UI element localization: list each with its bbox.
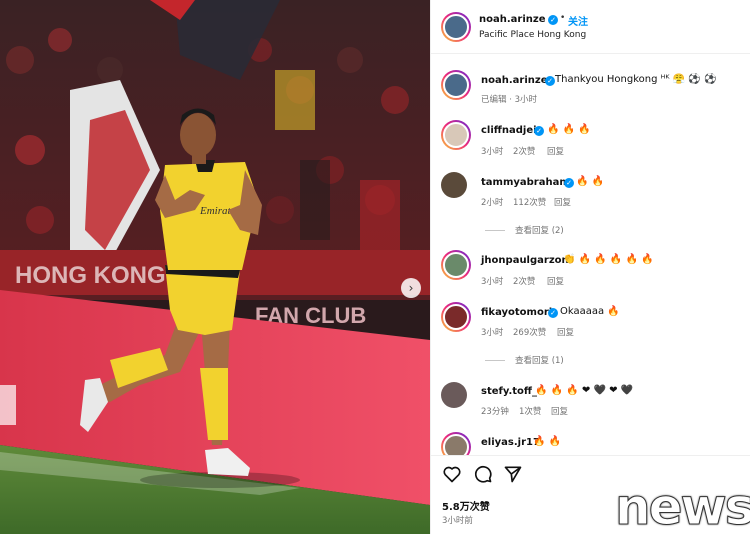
reply-button[interactable]: 回复 — [551, 405, 568, 417]
comment-avatar[interactable] — [441, 302, 471, 332]
post-side-panel: noah.arinze ✓ • 关注 Pacific Place Hong Ko… — [430, 0, 750, 534]
comment-time: 3小时 — [481, 328, 504, 338]
verified-icon: ✓ — [548, 15, 558, 25]
comment-username[interactable]: stefy.toff_ — [481, 386, 537, 397]
comment-likes[interactable]: 112次赞 — [513, 196, 546, 208]
comment-avatar[interactable] — [441, 120, 471, 150]
comment-time: 3小时 — [481, 147, 504, 157]
comment-text: 🔥 🔥 — [576, 176, 605, 187]
view-replies-button[interactable]: 查看回复 (2) — [485, 224, 564, 236]
photo-illustration: HONG KONG FAN CLUB Emirates — [0, 0, 430, 534]
share-icon[interactable] — [503, 464, 523, 484]
comment-time: 2小时 — [481, 198, 504, 208]
comment-avatar[interactable] — [441, 172, 467, 198]
comment-avatar[interactable] — [441, 382, 467, 408]
verified-icon: ✓ — [548, 308, 558, 318]
carousel-next-button[interactable]: › — [401, 278, 421, 298]
comment-username[interactable]: cliffnadjei — [481, 125, 537, 136]
comment-avatar[interactable] — [441, 250, 471, 280]
post-header: noah.arinze ✓ • 关注 Pacific Place Hong Ko… — [431, 0, 750, 54]
post-location[interactable]: Pacific Place Hong Kong — [479, 30, 586, 40]
likes-count[interactable]: 5.8万次赞 — [442, 498, 490, 513]
banner-left-text: HONG KONG — [15, 262, 166, 289]
comment-likes[interactable]: 2次赞 — [513, 275, 535, 287]
comment-text: Okaaaaa 🔥 — [560, 306, 620, 317]
caption-meta: 已编辑 · 3小时 — [481, 95, 538, 105]
reply-button[interactable]: 回复 — [554, 196, 571, 208]
view-replies-button[interactable]: 查看回复 (1) — [485, 354, 564, 366]
reply-button[interactable]: 回复 — [547, 275, 564, 287]
comment-username[interactable]: jhonpaulgarzon — [481, 255, 569, 266]
comment-text: 🔥 🔥 — [533, 436, 562, 447]
news-watermark: news — [614, 478, 750, 534]
post-photo[interactable]: HONG KONG FAN CLUB Emirates › — [0, 0, 430, 534]
author-username[interactable]: noah.arinze — [479, 14, 545, 25]
instagram-post-view: HONG KONG FAN CLUB Emirates › noah.arinz… — [0, 0, 750, 534]
post-timestamp: 3小时前 — [442, 516, 473, 526]
comment-text: 👏 🔥 🔥 🔥 🔥 🔥 — [563, 254, 654, 265]
verified-icon: ✓ — [534, 126, 544, 136]
comment-time: 23分钟 — [481, 407, 509, 417]
comment-likes[interactable]: 2次赞 — [513, 145, 535, 157]
caption-text: Thankyou Hongkong ᴴᴷ 😤 ⚽ ⚽ — [555, 74, 717, 85]
comment-likes[interactable]: 1次赞 — [519, 405, 541, 417]
verified-icon: ✓ — [564, 178, 574, 188]
comment-username[interactable]: eliyas.jr17 — [481, 437, 540, 448]
caption-username[interactable]: noah.arinze — [481, 75, 547, 86]
comment-icon[interactable] — [473, 464, 493, 484]
verified-icon: ✓ — [545, 76, 555, 86]
dot-separator: • — [560, 13, 566, 23]
comment-time: 3小时 — [481, 277, 504, 287]
comment-likes[interactable]: 269次赞 — [513, 326, 546, 338]
caption-avatar[interactable] — [441, 70, 471, 100]
comment-username[interactable]: fikayotomori — [481, 307, 552, 318]
reply-button[interactable]: 回复 — [557, 326, 574, 338]
follow-button[interactable]: 关注 — [568, 13, 588, 28]
comment-username[interactable]: tammyabraham — [481, 177, 570, 188]
heart-icon[interactable] — [442, 464, 462, 484]
chevron-right-icon: › — [408, 281, 414, 295]
comment-text: 🔥 🔥 🔥 — [547, 124, 591, 135]
comment-text: 🔥 🔥 🔥 ❤ 🖤 ❤ 🖤 — [535, 385, 634, 396]
reply-button[interactable]: 回复 — [547, 145, 564, 157]
author-avatar[interactable] — [441, 12, 471, 42]
